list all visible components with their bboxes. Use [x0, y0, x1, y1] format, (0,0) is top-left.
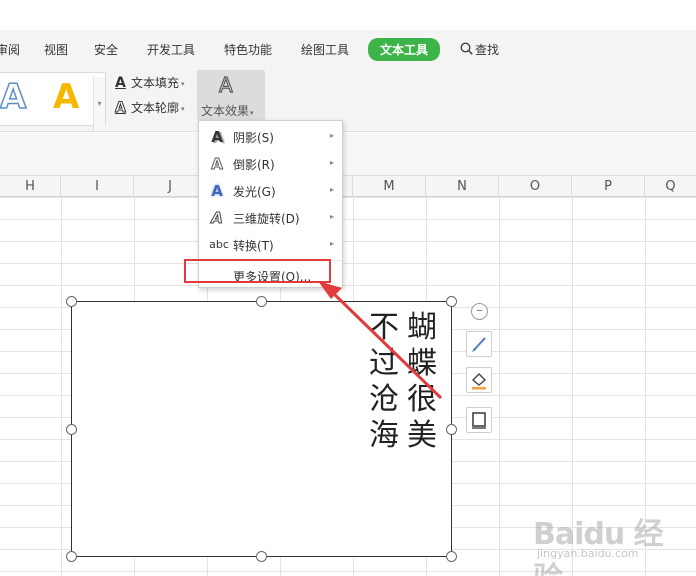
watermark-url: jingyan.baidu.com [537, 547, 639, 560]
spreadsheet-window: 审阅 视图 安全 开发工具 特色功能 绘图工具 文本工具 查找 A A ▾ A文… [0, 0, 696, 576]
watermark-brand: Baidu 经验 [533, 517, 664, 576]
annotation-arrow [318, 281, 443, 400]
baidu-watermark: Baidu 经验 jingyan.baidu.com [533, 505, 683, 576]
